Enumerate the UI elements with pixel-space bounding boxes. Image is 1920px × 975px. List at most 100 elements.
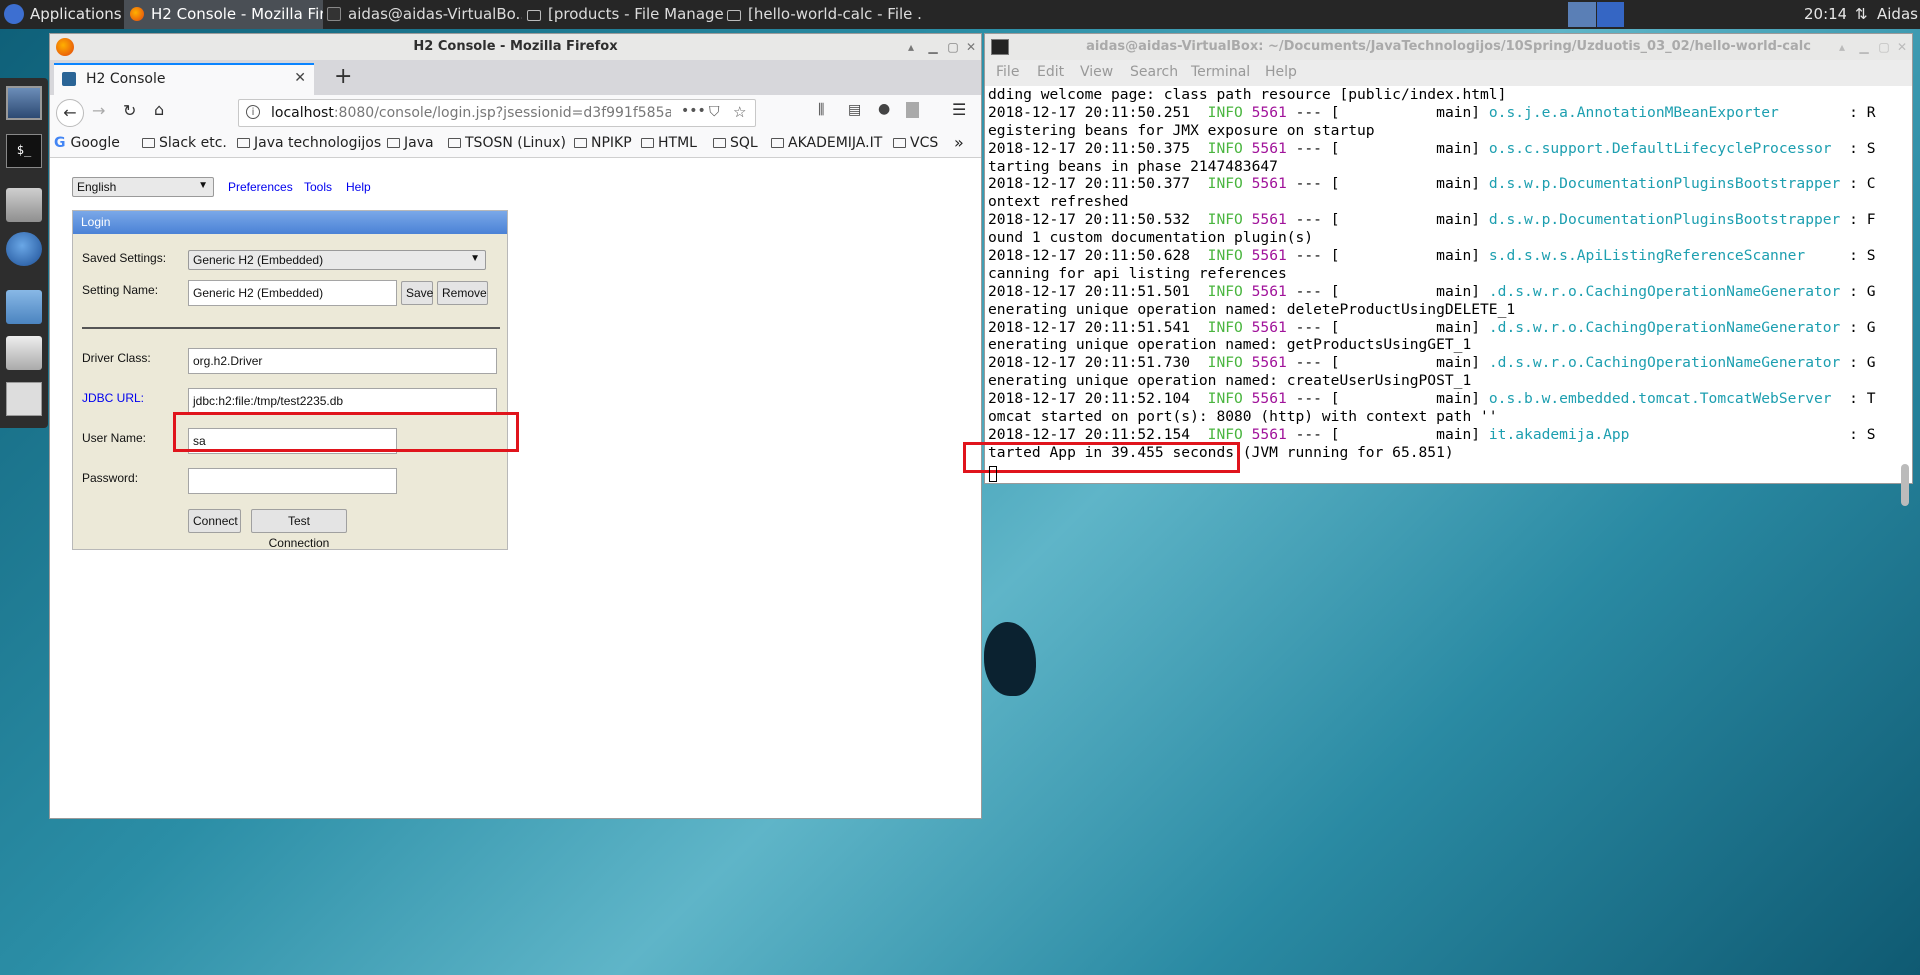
back-button[interactable]: ←: [56, 99, 84, 127]
terminal-scrollbar[interactable]: [1901, 464, 1909, 506]
minimize-button[interactable]: ▁: [925, 39, 941, 55]
extension-2-icon[interactable]: [906, 102, 919, 118]
tab-close-icon[interactable]: ✕: [294, 70, 306, 86]
taskbar-item-firefox[interactable]: H2 Console - Mozilla Fir...: [124, 0, 323, 29]
log-timestamp: 2018-12-17 20:11:51.501: [988, 282, 1191, 300]
firefox-titlebar[interactable]: H2 Console - Mozilla Firefox ▴ ▁ ▢ ✕: [50, 34, 981, 60]
app-finder-icon[interactable]: [6, 336, 42, 370]
url-text: localhost:8080/console/login.jsp?jsessio…: [271, 105, 671, 121]
usb-drive-icon[interactable]: [6, 382, 42, 416]
save-button[interactable]: Save: [401, 281, 433, 305]
log-level: INFO: [1207, 139, 1243, 157]
taskbar-label: aidas@aidas-VirtualBo...: [348, 5, 522, 23]
menu-help[interactable]: Help: [1265, 64, 1297, 80]
taskbar-item-file-manager-2[interactable]: [hello-world-calc - File ...: [727, 0, 922, 29]
new-tab-button[interactable]: +: [334, 64, 352, 89]
log-timestamp: 2018-12-17 20:11:50.532: [988, 211, 1191, 229]
terminal-line: 2018-12-17 20:11:50.532 INFO 5561 --- [ …: [988, 211, 1893, 229]
show-desktop-icon[interactable]: [6, 86, 42, 120]
password-input[interactable]: [188, 468, 397, 494]
bookmark-vcs[interactable]: VCS: [893, 135, 938, 151]
bookmark-akademija[interactable]: AKADEMIJA.IT: [771, 135, 882, 151]
user-name-label: User Name:: [82, 431, 147, 445]
firefox-window-icon: [56, 38, 74, 56]
window-up-icon[interactable]: ▴: [903, 39, 919, 55]
menu-terminal[interactable]: Terminal: [1191, 64, 1250, 80]
maximize-button[interactable]: ▢: [945, 39, 961, 55]
folder-icon: [527, 10, 541, 21]
remove-button[interactable]: Remove: [437, 281, 488, 305]
bookmark-java-technologijos[interactable]: Java technologijos: [237, 135, 381, 151]
user-menu[interactable]: Aidas: [1877, 0, 1920, 29]
sidebar-icon[interactable]: ▤: [848, 102, 861, 118]
tab-h2-console[interactable]: H2 Console ✕: [54, 63, 314, 95]
setting-name-input[interactable]: Generic H2 (Embedded): [188, 280, 397, 306]
pocket-icon[interactable]: ⛉: [709, 104, 720, 120]
bookmark-google[interactable]: G Google: [54, 135, 120, 151]
network-icon[interactable]: ⇅: [1855, 0, 1867, 29]
workspace-switcher[interactable]: [1568, 0, 1624, 29]
hamburger-menu-icon[interactable]: ☰: [952, 100, 966, 119]
extension-icon[interactable]: ●: [878, 101, 890, 117]
folder-icon: [713, 138, 726, 148]
folder-icon: [387, 138, 400, 148]
page-info-icon[interactable]: i: [246, 105, 260, 119]
menu-file[interactable]: File: [996, 64, 1019, 80]
language-select[interactable]: English ▼: [72, 177, 214, 197]
connect-button[interactable]: Connect: [188, 509, 241, 533]
taskbar-item-file-manager[interactable]: [products - File Manager]: [527, 0, 723, 29]
log-message-start: : F: [1840, 211, 1876, 229]
tools-link[interactable]: Tools: [304, 180, 332, 194]
close-button[interactable]: ✕: [1894, 39, 1910, 55]
preferences-link[interactable]: Preferences: [228, 180, 293, 194]
log-text: enerating unique operation named: delete…: [988, 300, 1516, 318]
home-folder-icon[interactable]: [6, 188, 42, 222]
jdbc-url-label[interactable]: JDBC URL:: [82, 391, 144, 405]
close-button[interactable]: ✕: [963, 39, 979, 55]
bookmark-html[interactable]: HTML: [641, 135, 697, 151]
web-browser-icon[interactable]: [6, 232, 42, 266]
minimize-button[interactable]: ▁: [1856, 39, 1872, 55]
home-button[interactable]: ⌂: [154, 100, 164, 119]
menu-search[interactable]: Search: [1130, 64, 1178, 80]
bookmark-sql[interactable]: SQL: [713, 135, 758, 151]
workspace-1[interactable]: [1568, 2, 1596, 27]
clock[interactable]: 20:14: [1804, 0, 1846, 29]
terminal-titlebar[interactable]: aidas@aidas-VirtualBox: ~/Documents/Java…: [985, 34, 1912, 60]
library-icon[interactable]: ⫼: [818, 102, 824, 118]
log-logger: o.s.c.support.DefaultLifecycleProcessor: [1488, 139, 1841, 157]
firefox-icon: [130, 7, 144, 21]
menu-edit[interactable]: Edit: [1037, 64, 1064, 80]
bookmark-tsosn[interactable]: TSOSN (Linux): [448, 135, 566, 151]
terminal-output[interactable]: dding welcome page: class path resource …: [988, 86, 1893, 481]
login-panel: Login Saved Settings: Generic H2 (Embedd…: [72, 210, 508, 550]
reload-button[interactable]: ↻: [123, 101, 136, 120]
bookmark-star-icon[interactable]: ☆: [733, 103, 746, 121]
log-timestamp: 2018-12-17 20:11:52.154: [988, 425, 1191, 443]
log-pid: 5561: [1251, 354, 1287, 372]
file-manager-icon[interactable]: [6, 290, 42, 324]
jdbc-url-input[interactable]: jdbc:h2:file:/tmp/test2235.db: [188, 388, 497, 414]
forward-button[interactable]: →: [92, 101, 105, 120]
workspace-2[interactable]: [1597, 2, 1624, 27]
terminal-icon[interactable]: $_: [6, 134, 42, 168]
bookmark-slack[interactable]: Slack etc.: [142, 135, 227, 151]
bookmarks-overflow-icon[interactable]: »: [954, 133, 964, 152]
saved-settings-select[interactable]: Generic H2 (Embedded) ▼: [188, 250, 486, 270]
taskbar-item-terminal[interactable]: aidas@aidas-VirtualBo...: [327, 0, 522, 29]
terminal-line: egistering beans for JMX exposure on sta…: [988, 122, 1893, 140]
help-link[interactable]: Help: [346, 180, 371, 194]
bookmark-java[interactable]: Java: [387, 135, 434, 151]
bookmark-npikp[interactable]: NPIKP: [574, 135, 632, 151]
menu-view[interactable]: View: [1080, 64, 1113, 80]
maximize-button[interactable]: ▢: [1876, 39, 1892, 55]
window-up-icon[interactable]: ▴: [1834, 39, 1850, 55]
driver-class-input[interactable]: org.h2.Driver: [188, 348, 497, 374]
page-actions-icon[interactable]: •••: [681, 103, 706, 119]
test-connection-button[interactable]: Test Connection: [251, 509, 347, 550]
applications-menu[interactable]: Applications: [4, 0, 122, 29]
log-level: INFO: [1207, 354, 1243, 372]
url-bar[interactable]: i localhost:8080/console/login.jsp?jsess…: [238, 99, 756, 127]
terminal-line: 2018-12-17 20:11:50.628 INFO 5561 --- [ …: [988, 247, 1893, 265]
log-message-start: : R: [1840, 103, 1876, 121]
